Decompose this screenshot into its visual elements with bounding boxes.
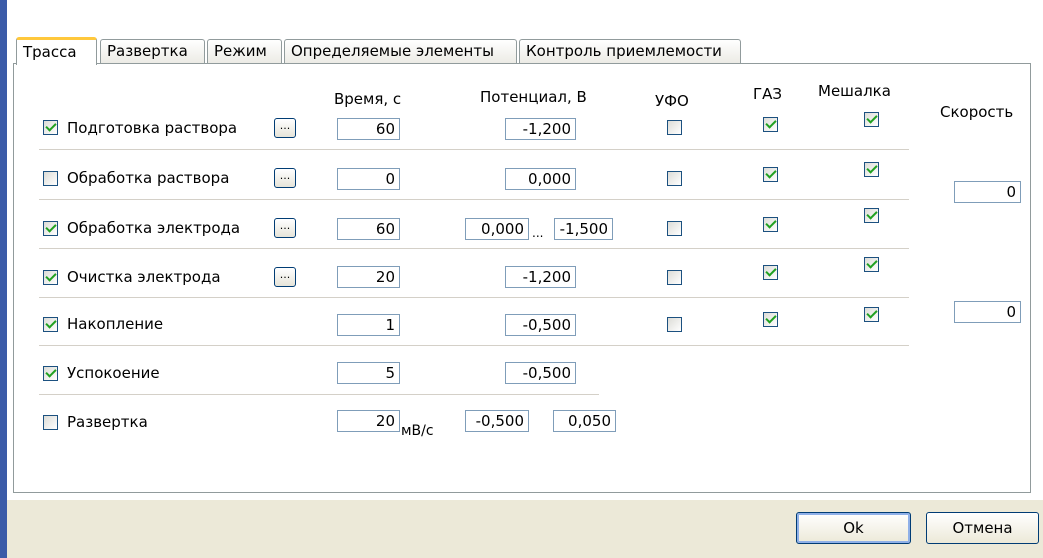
settings-button[interactable]: ... xyxy=(274,267,296,287)
speed-input[interactable]: 0 xyxy=(954,181,1021,203)
time-input[interactable]: 1 xyxy=(337,314,400,336)
row-label: Развертка xyxy=(67,413,148,431)
settings-button[interactable]: ... xyxy=(274,218,296,238)
potential-from-input[interactable]: 0,000 xyxy=(465,218,529,240)
header-speed: Скорость xyxy=(940,103,1014,121)
row-divider xyxy=(39,199,909,200)
scan-from-input[interactable]: -0,500 xyxy=(465,410,529,432)
header-time: Время, с xyxy=(334,90,402,108)
ok-button[interactable]: Ok xyxy=(796,512,911,544)
enable-checkbox[interactable] xyxy=(43,270,58,285)
ufo-checkbox[interactable] xyxy=(667,270,682,285)
potential-input[interactable]: 0,000 xyxy=(505,168,576,190)
tab-trassa[interactable]: Трасса xyxy=(16,37,97,65)
time-input[interactable]: 5 xyxy=(337,362,400,384)
gas-checkbox[interactable] xyxy=(763,312,778,327)
time-input[interactable]: 0 xyxy=(337,168,400,190)
tab-razvertka[interactable]: Развертка xyxy=(100,39,205,63)
enable-checkbox[interactable] xyxy=(43,171,58,186)
tab-rezhim[interactable]: Режим xyxy=(207,39,282,63)
enable-checkbox[interactable] xyxy=(43,366,58,381)
header-stirrer: Мешалка xyxy=(818,82,891,100)
ufo-checkbox[interactable] xyxy=(667,171,682,186)
ufo-checkbox[interactable] xyxy=(667,120,682,135)
gas-checkbox[interactable] xyxy=(763,265,778,280)
gas-checkbox[interactable] xyxy=(763,217,778,232)
ufo-checkbox[interactable] xyxy=(667,317,682,332)
row-label: Подготовка раствора xyxy=(67,119,238,137)
scan-rate-unit: мВ/с xyxy=(401,423,434,439)
potential-input[interactable]: -0,500 xyxy=(505,314,576,336)
tab-kontrol-priemlemosti[interactable]: Контроль приемлемости xyxy=(519,39,741,63)
header-gas: ГАЗ xyxy=(753,85,783,103)
potential-input[interactable]: -1,200 xyxy=(505,266,576,288)
row-label: Накопление xyxy=(67,315,164,333)
row-divider xyxy=(39,345,909,346)
enable-checkbox[interactable] xyxy=(43,317,58,332)
row-label: Обработка электрода xyxy=(67,219,241,237)
gas-checkbox[interactable] xyxy=(763,167,778,182)
scan-to-input[interactable]: 0,050 xyxy=(553,410,616,432)
time-input[interactable]: 60 xyxy=(337,218,400,240)
range-separator: ... xyxy=(532,226,544,240)
potential-to-input[interactable]: -1,500 xyxy=(554,218,613,240)
header-potential: Потенциал, В xyxy=(480,88,587,106)
row-divider xyxy=(39,394,599,395)
cancel-button[interactable]: Отмена xyxy=(926,512,1039,544)
row-divider xyxy=(39,149,909,150)
enable-checkbox[interactable] xyxy=(43,221,58,236)
speed-input[interactable]: 0 xyxy=(954,301,1021,323)
settings-button[interactable]: ... xyxy=(274,168,296,188)
tab-opredelyaemye-elementy[interactable]: Определяемые элементы xyxy=(284,39,517,63)
header-ufo: УФО xyxy=(655,92,689,110)
potential-input[interactable]: -1,200 xyxy=(505,118,576,140)
ufo-checkbox[interactable] xyxy=(667,221,682,236)
row-divider xyxy=(39,297,909,298)
stirrer-checkbox[interactable] xyxy=(864,208,879,223)
window-edge xyxy=(0,0,7,558)
stirrer-checkbox[interactable] xyxy=(864,112,879,127)
stirrer-checkbox[interactable] xyxy=(864,307,879,322)
scan-rate-input[interactable]: 20 xyxy=(337,410,400,432)
settings-button[interactable]: ... xyxy=(274,118,296,138)
row-label: Обработка раствора xyxy=(67,169,230,187)
stirrer-checkbox[interactable] xyxy=(864,257,879,272)
row-label: Успокоение xyxy=(67,364,160,382)
row-divider xyxy=(39,248,909,249)
time-input[interactable]: 20 xyxy=(337,266,400,288)
stirrer-checkbox[interactable] xyxy=(864,162,879,177)
time-input[interactable]: 60 xyxy=(337,118,400,140)
row-label: Очистка электрода xyxy=(67,268,221,286)
enable-checkbox[interactable] xyxy=(43,415,58,430)
enable-checkbox[interactable] xyxy=(43,120,58,135)
gas-checkbox[interactable] xyxy=(763,117,778,132)
potential-input[interactable]: -0,500 xyxy=(505,362,576,384)
